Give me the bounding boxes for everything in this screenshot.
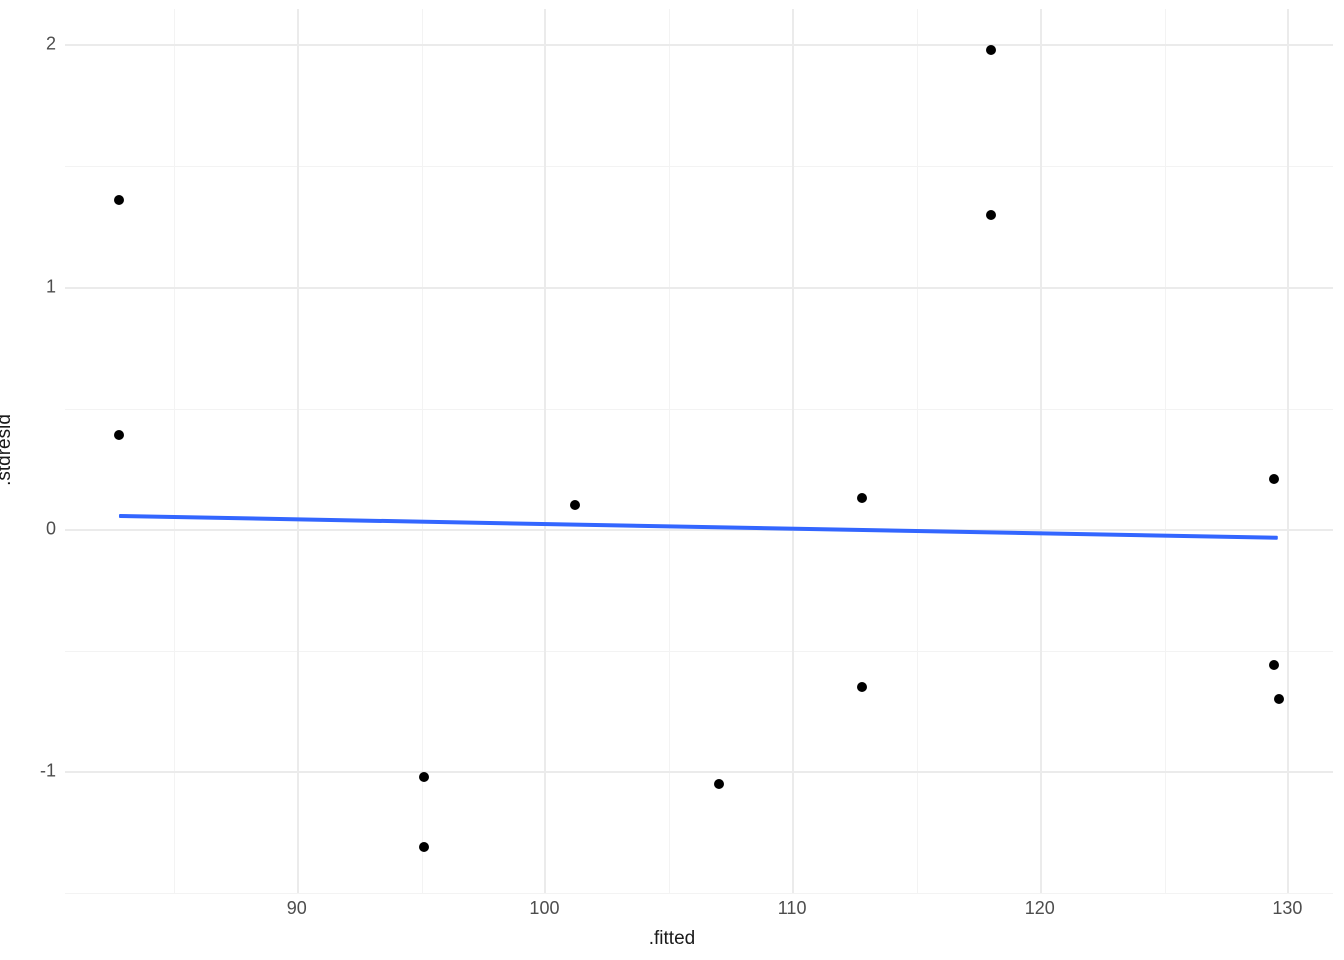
data-point [570, 500, 580, 510]
data-point [714, 779, 724, 789]
grid-major-v [1040, 9, 1042, 893]
y-tick-label: 1 [46, 276, 56, 297]
x-axis-title-text: .fitted [649, 928, 695, 949]
x-axis-title: .fitted [0, 928, 1344, 950]
grid-minor-v [422, 9, 423, 893]
grid-minor-v [1165, 9, 1166, 893]
grid-minor-h [65, 409, 1333, 410]
y-tick-label: -1 [40, 760, 56, 781]
grid-minor-h [65, 893, 1333, 894]
data-point [419, 842, 429, 852]
grid-major-h [65, 529, 1333, 531]
trend-line [119, 514, 1278, 540]
grid-minor-v [917, 9, 918, 893]
y-tick-label: 0 [46, 518, 56, 539]
chart-container: .stdresid .fitted 90 100 110 120 130 -1 0 1 2 [0, 0, 1344, 960]
data-point [1269, 660, 1279, 670]
grid-major-h [65, 287, 1333, 289]
y-axis-title-text: .stdresid [0, 414, 15, 486]
grid-minor-h [65, 166, 1333, 167]
grid-major-v [544, 9, 546, 893]
data-point [114, 195, 124, 205]
y-tick-label: 2 [46, 34, 56, 55]
grid-major-v [1287, 9, 1289, 893]
data-point [857, 493, 867, 503]
grid-minor-v [174, 9, 175, 893]
grid-major-v [792, 9, 794, 893]
data-point [1274, 694, 1284, 704]
data-point [986, 210, 996, 220]
data-point [114, 430, 124, 440]
x-tick-label: 90 [287, 898, 307, 919]
x-tick-label: 110 [778, 898, 807, 919]
data-point [419, 772, 429, 782]
x-tick-label: 120 [1025, 898, 1055, 919]
data-point [1269, 474, 1279, 484]
x-tick-label: 100 [529, 898, 559, 919]
plot-panel [64, 8, 1334, 894]
grid-major-h [65, 44, 1333, 46]
data-point [857, 682, 867, 692]
data-point [986, 45, 996, 55]
grid-minor-v [669, 9, 670, 893]
y-axis-title: .stdresid [0, 414, 16, 486]
grid-major-v [297, 9, 299, 893]
x-tick-label: 130 [1272, 898, 1302, 919]
grid-minor-h [65, 651, 1333, 652]
grid-major-h [65, 771, 1333, 773]
